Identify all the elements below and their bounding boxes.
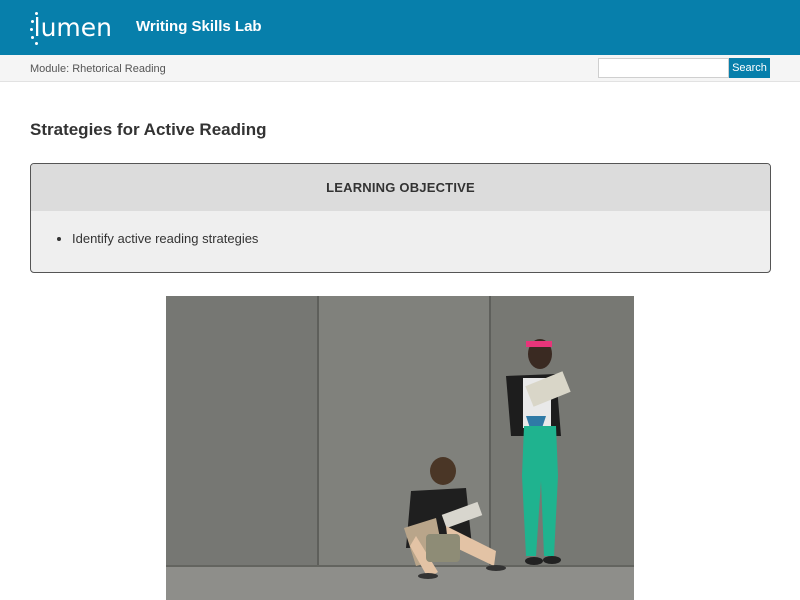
logo-dots-icon [28,8,38,46]
top-navigation-bar: lumen Writing Skills Lab [0,0,800,55]
photo-illustration [166,296,634,600]
module-bar: Module: Rhetorical Reading Search [0,55,800,82]
objective-list: Identify active reading strategies [31,231,770,247]
module-breadcrumb[interactable]: Module: Rhetorical Reading [30,63,166,75]
book-title[interactable]: Writing Skills Lab [136,18,262,35]
learning-objective-box: LEARNING OBJECTIVE Identify active readi… [30,163,771,273]
objective-item: Identify active reading strategies [72,231,770,247]
search-button[interactable]: Search [729,58,770,78]
learning-objective-heading: LEARNING OBJECTIVE [31,164,770,211]
page-title: Strategies for Active Reading [30,120,267,139]
students-reading-photo [166,296,634,600]
logo-text: lumen [33,12,112,42]
lumen-logo[interactable]: lumen [28,8,112,46]
search-input[interactable] [598,58,729,78]
